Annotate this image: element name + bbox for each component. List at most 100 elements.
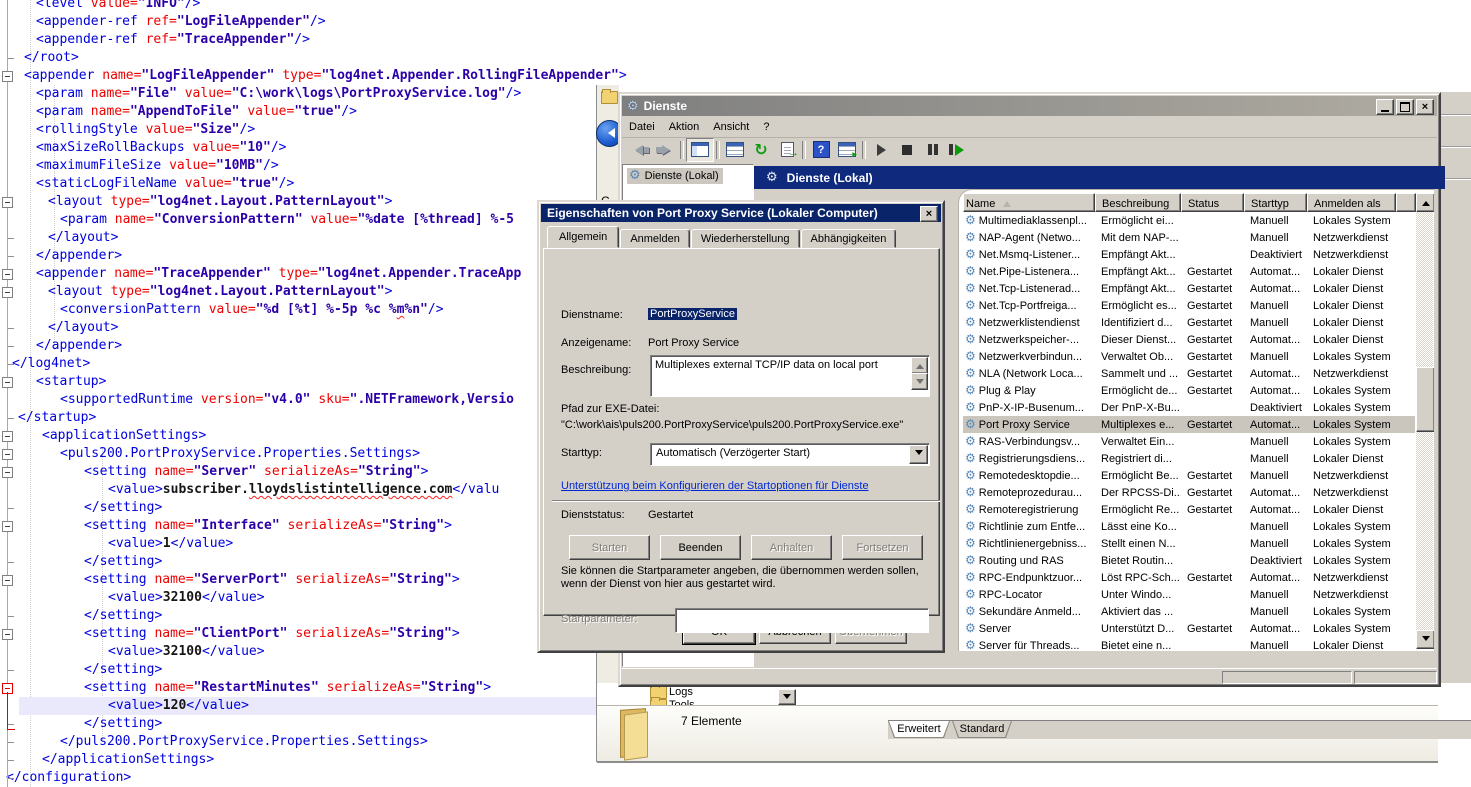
dropdown-button[interactable]: [778, 689, 796, 705]
column-header-starttyp[interactable]: Starttyp: [1244, 193, 1307, 212]
close-icon[interactable]: ×: [920, 206, 938, 222]
starttyp-combobox[interactable]: Automatisch (Verzögerter Start): [650, 443, 930, 466]
table-row[interactable]: ⚙Richtlinie zum Entfe...Lässt eine Ko...…: [963, 518, 1415, 535]
fold-toggle-icon[interactable]: [2, 287, 13, 298]
fold-toggle-icon[interactable]: [2, 269, 13, 280]
stop-service-icon[interactable]: [894, 139, 920, 161]
pause-service-icon[interactable]: [920, 139, 946, 161]
pfad-label: Pfad zur EXE-Datei:: [561, 403, 659, 415]
table-row[interactable]: ⚙Registrierungsdiens...Registriert di...…: [963, 450, 1415, 467]
table-row[interactable]: ⚙RemoteregistrierungErmöglicht Re...Gest…: [963, 501, 1415, 518]
startoptions-help-link[interactable]: Unterstützung beim Konfigurieren der Sta…: [561, 480, 869, 492]
code-line: </puls200.PortProxyService.Properties.Se…: [60, 733, 428, 751]
service-gear-icon: ⚙: [965, 520, 976, 533]
show-tree-icon[interactable]: [686, 138, 714, 162]
fold-toggle-icon[interactable]: [2, 575, 13, 586]
services-titlebar[interactable]: ⚙ Dienste ×: [622, 96, 1437, 116]
dialog-title: Eigenschaften von Port Proxy Service (Lo…: [547, 206, 878, 220]
tree-item-label[interactable]: Logs: [669, 686, 693, 698]
toolbar: →?▶: [622, 138, 1437, 161]
table-row[interactable]: ⚙Routing und RASBietet Routin...Deaktivi…: [963, 552, 1415, 569]
table-row[interactable]: ⚙Plug & PlayErmöglicht de...GestartetAut…: [963, 382, 1415, 399]
scroll-up-button[interactable]: [911, 357, 928, 374]
fold-toggle-icon[interactable]: [2, 431, 13, 442]
table-row[interactable]: ⚙Sekundäre Anmeld...Aktiviert das ...Man…: [963, 603, 1415, 620]
dialog-titlebar[interactable]: Eigenschaften von Port Proxy Service (Lo…: [541, 204, 941, 222]
fold-toggle-icon[interactable]: [2, 449, 13, 460]
code-line: <appender-ref ref="LogFileAppender"/>: [36, 13, 326, 31]
table-row[interactable]: ⚙Net.Tcp-Listenerad...Empfängt Akt...Ges…: [963, 280, 1415, 297]
fold-toggle-icon[interactable]: [2, 521, 13, 532]
menu-item-datei[interactable]: Datei: [622, 119, 662, 135]
tab-abhngigkeiten[interactable]: Abhängigkeiten: [801, 229, 897, 248]
tree-item-dienste-lokal[interactable]: ⚙ Dienste (Lokal): [627, 168, 723, 184]
table-row[interactable]: ⚙Netzwerkverbindun...Verwaltet Ob...Gest…: [963, 348, 1415, 365]
table-row[interactable]: ⚙Port Proxy ServiceMultiplexes e...Gesta…: [963, 416, 1415, 433]
beschreibung-textbox[interactable]: Multiplexes external TCP/IP data on loca…: [650, 355, 930, 397]
fold-toggle-icon[interactable]: [2, 71, 13, 82]
tab-wiederherstellung[interactable]: Wiederherstellung: [691, 229, 800, 248]
table-row[interactable]: ⚙Remoteprozedurau...Der RPCSS-Di...Gesta…: [963, 484, 1415, 501]
service-gear-icon: ⚙: [965, 367, 976, 380]
table-row[interactable]: ⚙NLA (Network Loca...Sammelt und ...Gest…: [963, 365, 1415, 382]
vertical-scrollbar[interactable]: [1416, 193, 1433, 649]
status-segment: [1222, 671, 1352, 684]
properties-icon[interactable]: [722, 139, 748, 161]
scroll-down-button[interactable]: [911, 373, 928, 390]
anhalten-button: Anhalten: [751, 535, 832, 560]
tab-anmelden[interactable]: Anmelden: [620, 229, 690, 248]
table-row[interactable]: ⚙NAP-Agent (Netwo...Mit dem NAP-...Manue…: [963, 229, 1415, 246]
maximize-button[interactable]: [1396, 99, 1414, 115]
menu-item-?[interactable]: ?: [756, 119, 776, 135]
fold-toggle-icon[interactable]: [2, 377, 13, 388]
start-service-icon[interactable]: [868, 139, 894, 161]
table-row[interactable]: ⚙RPC-Endpunktzuor...Löst RPC-Sch...Gesta…: [963, 569, 1415, 586]
code-line: <applicationSettings>: [42, 427, 206, 445]
service-gear-icon: ⚙: [965, 333, 976, 346]
close-button[interactable]: ×: [1416, 99, 1434, 115]
table-row[interactable]: ⚙RAS-Verbindungsv...Verwaltet Ein...Manu…: [963, 433, 1415, 450]
fold-toggle-icon[interactable]: [2, 629, 13, 640]
table-row[interactable]: ⚙Net.Msmq-Listener...Empfängt Akt...Deak…: [963, 246, 1415, 263]
scroll-up-button[interactable]: [1416, 193, 1434, 212]
chevron-down-icon[interactable]: [909, 445, 928, 464]
scrollbar-thumb[interactable]: [1416, 367, 1434, 432]
table-row[interactable]: ⚙Richtlinienergebniss...Stellt einen N..…: [963, 535, 1415, 552]
column-header-status[interactable]: Status: [1181, 193, 1244, 212]
startparameter-input[interactable]: [675, 608, 929, 633]
column-header-beschreibung[interactable]: Beschreibung: [1095, 193, 1181, 212]
table-row[interactable]: ⚙Multimediaklassenpl...Ermöglicht ei...M…: [963, 212, 1415, 229]
fold-toggle-icon[interactable]: [2, 467, 13, 478]
tab-allgemein[interactable]: Allgemein: [547, 226, 619, 248]
services-table[interactable]: ⚙Multimediaklassenpl...Ermöglicht ei...M…: [963, 212, 1415, 651]
forward-icon[interactable]: [652, 139, 678, 161]
table-row[interactable]: ⚙Net.Pipe-Listenera...Empfängt Akt...Ges…: [963, 263, 1415, 280]
back-icon[interactable]: [626, 139, 652, 161]
menu-item-ansicht[interactable]: Ansicht: [706, 119, 756, 135]
help-icon[interactable]: ?: [808, 139, 834, 161]
beenden-button[interactable]: Beenden: [660, 535, 741, 560]
table-row[interactable]: ⚙Server für Threads...Bietet eine n...Ma…: [963, 637, 1415, 651]
menu-item-aktion[interactable]: Aktion: [662, 119, 707, 135]
show-window-icon[interactable]: ▶: [834, 139, 860, 161]
view-tab-erweitert[interactable]: Erweitert: [888, 721, 950, 738]
minimize-button[interactable]: [1376, 99, 1394, 115]
scroll-down-button[interactable]: [1416, 630, 1434, 649]
table-row[interactable]: ⚙Remotedesktopdie...Ermöglicht Be...Gest…: [963, 467, 1415, 484]
table-row[interactable]: ⚙PnP-X-IP-Busenum...Der PnP-X-Bu...Deakt…: [963, 399, 1415, 416]
export-list-icon[interactable]: →: [774, 139, 800, 161]
dienstname-value[interactable]: PortProxyService: [648, 308, 737, 320]
refresh-icon[interactable]: [748, 139, 774, 161]
table-row[interactable]: ⚙ServerUnterstützt D...GestartetAutomat.…: [963, 620, 1415, 637]
fold-toggle-icon[interactable]: [2, 197, 13, 208]
view-tab-standard[interactable]: Standard: [952, 721, 1012, 738]
table-row[interactable]: ⚙Net.Tcp-Portfreiga...Ermöglicht es...Ge…: [963, 297, 1415, 314]
column-header-anmeldenals[interactable]: Anmelden als: [1307, 193, 1396, 212]
code-line: <setting name="ServerPort" serializeAs="…: [84, 571, 460, 589]
restart-service-icon[interactable]: [946, 139, 972, 161]
column-header-name[interactable]: Name: [963, 193, 1095, 212]
table-row[interactable]: ⚙RPC-LocatorUnter Windo...ManuellNetzwer…: [963, 586, 1415, 603]
code-line: </setting>: [84, 607, 162, 625]
table-row[interactable]: ⚙NetzwerklistendienstIdentifiziert d...G…: [963, 314, 1415, 331]
table-row[interactable]: ⚙Netzwerkspeicher-...Dieser Dienst...Ges…: [963, 331, 1415, 348]
